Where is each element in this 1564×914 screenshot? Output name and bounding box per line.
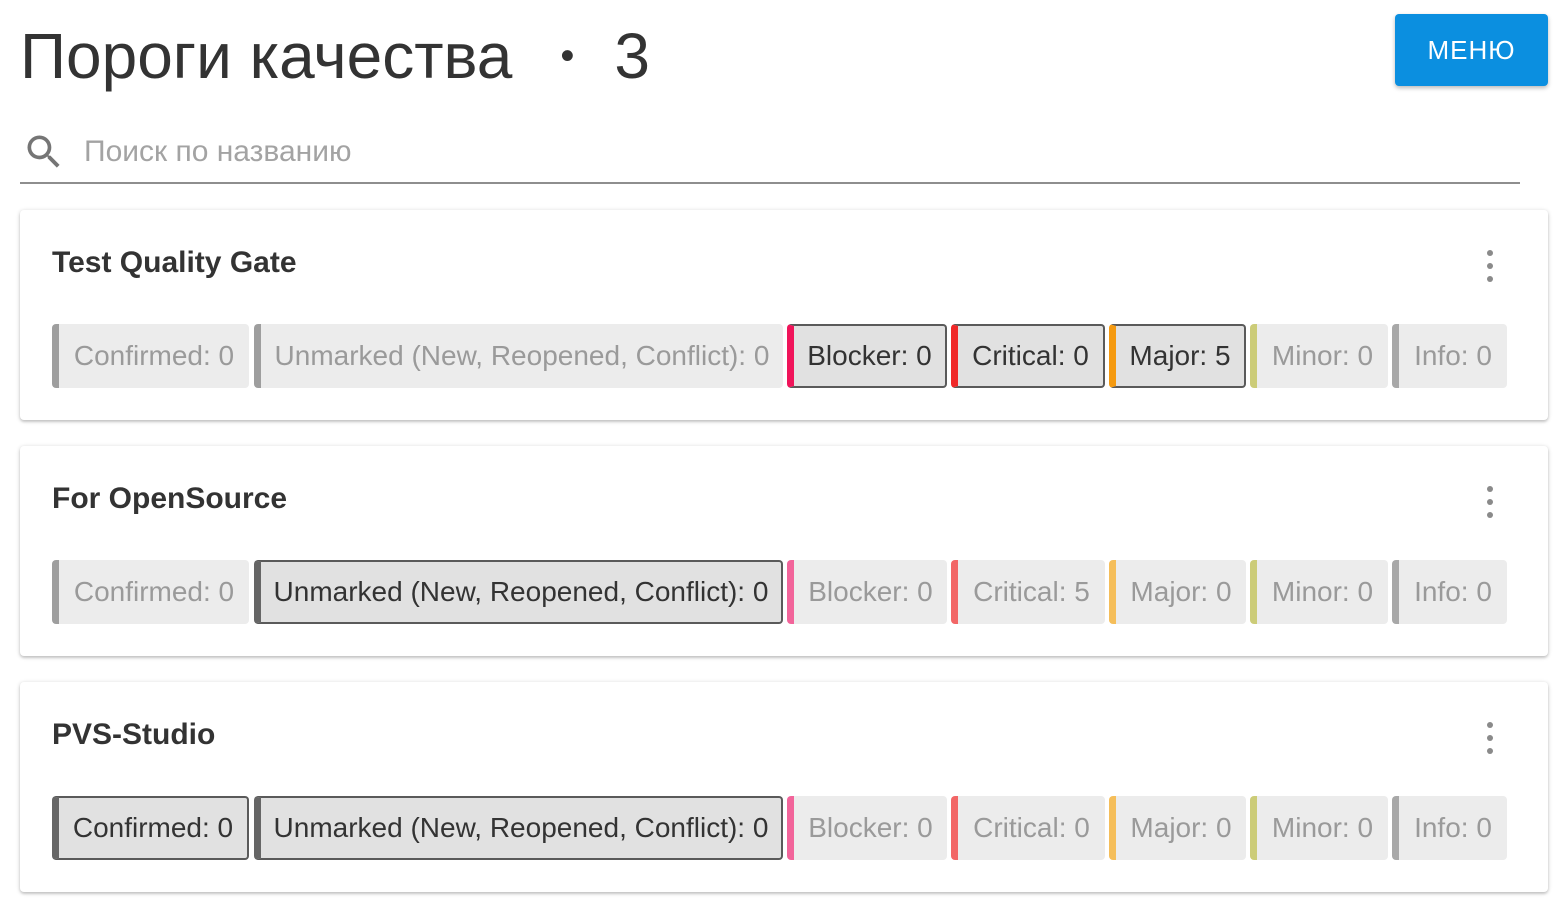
chip-blocker[interactable]: Blocker: 0 — [787, 796, 947, 860]
chip-critical[interactable]: Critical: 0 — [951, 796, 1105, 860]
chip-info[interactable]: Info: 0 — [1392, 796, 1507, 860]
more-options-icon[interactable] — [1480, 250, 1500, 282]
chip-minor[interactable]: Minor: 0 — [1250, 324, 1388, 388]
card-title: Test Quality Gate — [52, 246, 297, 279]
search-bar — [20, 122, 1520, 184]
chip-blocker[interactable]: Blocker: 0 — [787, 560, 947, 624]
quality-gate-card: Test Quality Gate Confirmed: 0 Unmarked … — [20, 210, 1548, 420]
title-separator: • — [560, 34, 575, 78]
page-title: Пороги качества — [20, 20, 513, 92]
chip-minor[interactable]: Minor: 0 — [1250, 560, 1388, 624]
search-input[interactable] — [84, 135, 1484, 169]
more-options-icon[interactable] — [1480, 486, 1500, 518]
page-title-row: Пороги качества • 3 — [20, 24, 650, 88]
search-icon — [27, 135, 60, 168]
quality-gate-card: For OpenSource Confirmed: 0 Unmarked (Ne… — [20, 446, 1548, 656]
quality-gate-card: PVS-Studio Confirmed: 0 Unmarked (New, R… — [20, 682, 1548, 892]
more-options-icon[interactable] — [1480, 722, 1500, 754]
card-title: PVS-Studio — [52, 718, 216, 751]
chip-major[interactable]: Major: 0 — [1109, 796, 1246, 860]
chip-confirmed[interactable]: Confirmed: 0 — [52, 324, 249, 388]
chip-confirmed[interactable]: Confirmed: 0 — [52, 560, 249, 624]
chip-unmarked[interactable]: Unmarked (New, Reopened, Conflict): 0 — [254, 324, 783, 388]
chip-major[interactable]: Major: 0 — [1109, 560, 1246, 624]
chip-minor[interactable]: Minor: 0 — [1250, 796, 1388, 860]
chip-info[interactable]: Info: 0 — [1392, 324, 1507, 388]
page-header: Пороги качества • 3 МЕНЮ — [20, 14, 1548, 94]
quality-gates-page: Пороги качества • 3 МЕНЮ Test Quality Ga… — [0, 0, 1564, 914]
menu-button[interactable]: МЕНЮ — [1395, 14, 1548, 86]
chip-confirmed[interactable]: Confirmed: 0 — [52, 796, 249, 860]
chip-info[interactable]: Info: 0 — [1392, 560, 1507, 624]
chip-unmarked[interactable]: Unmarked (New, Reopened, Conflict): 0 — [254, 796, 783, 860]
chip-blocker[interactable]: Blocker: 0 — [787, 324, 947, 388]
chip-critical[interactable]: Critical: 5 — [951, 560, 1105, 624]
chip-critical[interactable]: Critical: 0 — [951, 324, 1105, 388]
chip-major[interactable]: Major: 5 — [1109, 324, 1246, 388]
gates-count: 3 — [614, 20, 650, 92]
chip-unmarked[interactable]: Unmarked (New, Reopened, Conflict): 0 — [254, 560, 783, 624]
card-title: For OpenSource — [52, 482, 288, 515]
